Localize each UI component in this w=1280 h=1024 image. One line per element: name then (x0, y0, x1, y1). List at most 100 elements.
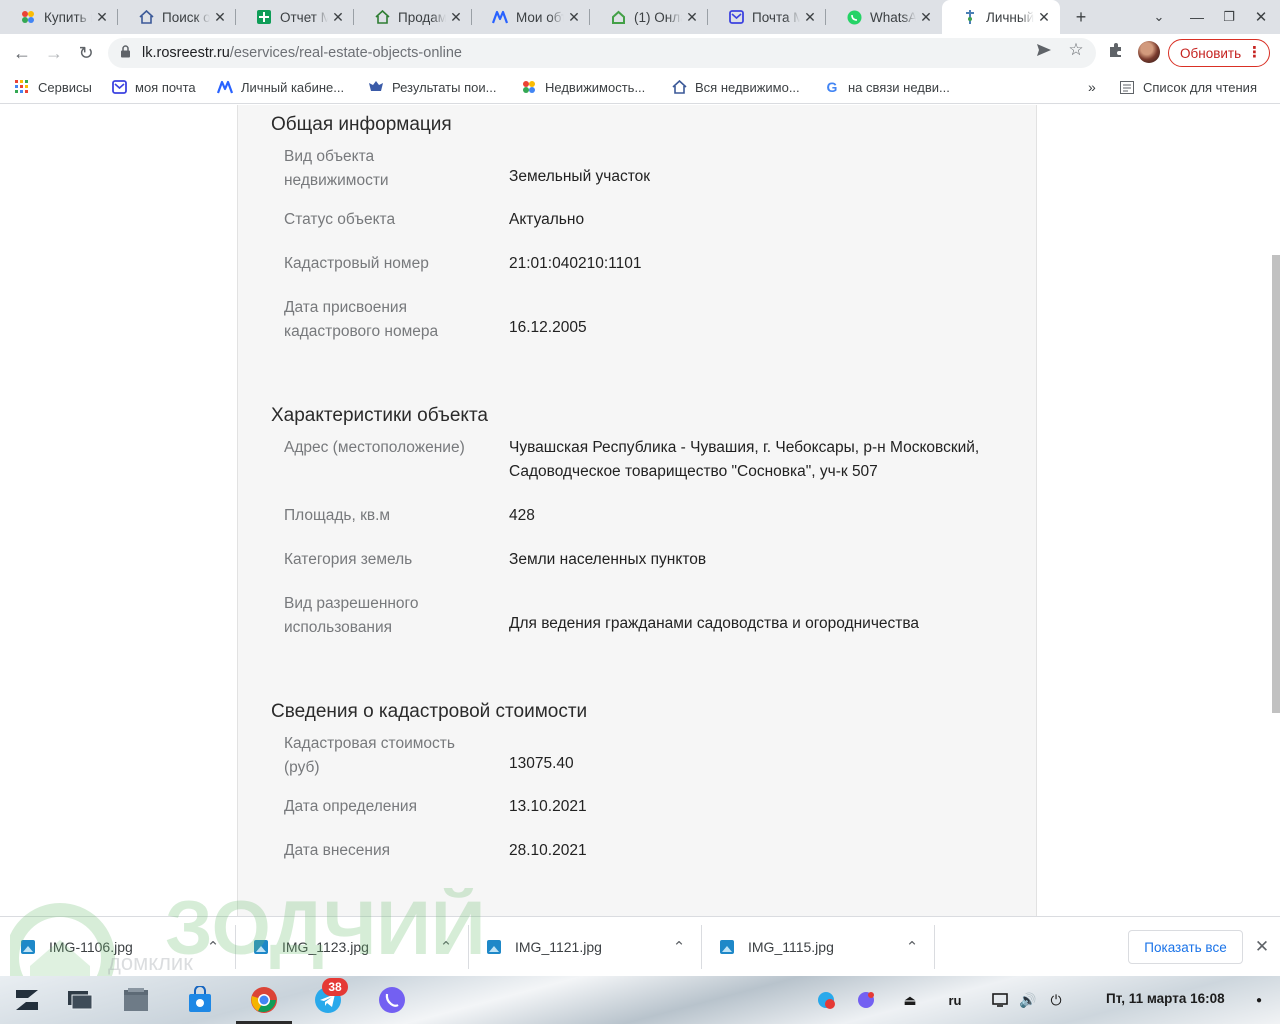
tab-personal-account[interactable]: Личный кабинет ✕ (942, 0, 1060, 34)
house-icon (138, 9, 154, 25)
chevron-up-icon[interactable]: ⌃ (203, 937, 223, 957)
screen-icon[interactable] (989, 990, 1011, 1010)
tab-title: (1) Онлайн (634, 9, 682, 25)
close-icon[interactable]: ✕ (682, 7, 702, 27)
files-folder-icon[interactable] (120, 984, 152, 1016)
close-icon[interactable]: ✕ (564, 7, 584, 27)
send-icon[interactable] (1033, 39, 1055, 61)
download-item[interactable]: IMG_1121.jpg (486, 917, 602, 977)
download-divider (701, 925, 702, 969)
download-filename: IMG_1123.jpg (282, 939, 369, 955)
browser-toolbar: ← → ↻ lk.rosreestr.ru/eservices/real-est… (0, 34, 1280, 72)
tab-search-chevron-icon[interactable]: ⌄ (1147, 5, 1171, 29)
bookmark-real-estate[interactable]: Недвижимость... (521, 79, 645, 95)
close-icon[interactable]: ✕ (92, 7, 112, 27)
bookmark-star-icon[interactable]: ☆ (1065, 39, 1087, 61)
page-viewport: Общая информация Вид объекта недвижимост… (0, 105, 1280, 916)
download-divider (934, 925, 935, 969)
minimize-button[interactable]: — (1185, 5, 1209, 29)
tab-search[interactable]: Поиск объявлений ✕ (118, 0, 236, 34)
window-close-button[interactable]: ✕ (1249, 5, 1273, 29)
download-filename: IMG_1115.jpg (748, 939, 834, 955)
tab-report[interactable]: Отчет М ✕ (236, 0, 354, 34)
volume-icon[interactable]: 🔊 (1017, 990, 1039, 1010)
close-icon[interactable]: ✕ (800, 7, 820, 27)
address-bar[interactable]: lk.rosreestr.ru/eservices/real-estate-ob… (108, 38, 1096, 68)
reading-list-label: Список для чтения (1143, 79, 1257, 95)
section-title-characteristics: Характеристики объекта (271, 405, 488, 426)
tab-title: WhatsApp (870, 9, 916, 25)
bookmark-label: Сервисы (38, 79, 92, 95)
house-icon (374, 9, 390, 25)
close-icon[interactable]: ✕ (328, 7, 348, 27)
update-button[interactable]: Обновить ⋮ (1168, 39, 1270, 67)
close-icon[interactable]: ✕ (916, 7, 936, 27)
back-button[interactable]: ← (8, 39, 36, 67)
tray-telegram-icon[interactable] (815, 990, 837, 1010)
bookmark-services[interactable]: Сервисы (14, 79, 92, 95)
colorful-dots-icon (521, 79, 537, 95)
reload-button[interactable]: ↻ (72, 39, 100, 67)
tab-online[interactable]: (1) Онлайн ✕ (590, 0, 708, 34)
image-file-icon (486, 939, 502, 955)
bookmark-all-real-estate[interactable]: Вся недвижимо... (671, 79, 800, 95)
bookmark-personal-cabinet[interactable]: Личный кабине... (217, 79, 344, 95)
chevron-up-icon[interactable]: ⌃ (436, 937, 456, 957)
extensions-puzzle-icon[interactable] (1105, 39, 1127, 61)
power-icon[interactable]: ⏻ (1045, 990, 1067, 1010)
menu-dots-icon: ⋮ (1247, 44, 1262, 61)
zorin-menu-icon[interactable] (11, 984, 43, 1016)
row-value: Чувашская Республика - Чувашия, г. Чебок… (509, 439, 980, 480)
download-filename: IMG_1121.jpg (515, 939, 602, 955)
row-value: Для ведения гражданами садоводства и ого… (509, 615, 920, 632)
row-value: 13075.40 (509, 755, 574, 772)
tab-strip: Купить квартиру ✕ Поиск объявлений ✕ Отч… (0, 0, 1280, 34)
row-label: Кадастровый номер (284, 255, 429, 272)
chrome-icon[interactable] (248, 984, 280, 1016)
tab-buy-apartment[interactable]: Купить квартиру ✕ (0, 0, 118, 34)
new-tab-button[interactable]: + (1069, 5, 1093, 29)
close-icon[interactable]: ✕ (1252, 937, 1272, 957)
chevron-up-icon[interactable]: ⌃ (902, 937, 922, 957)
close-icon[interactable]: ✕ (1034, 7, 1054, 27)
clock[interactable]: Пт, 11 марта 16:08 (1106, 991, 1225, 1006)
download-item[interactable]: IMG_1123.jpg (253, 917, 369, 977)
tab-sell[interactable]: Продам ✕ (354, 0, 472, 34)
bookmark-in-touch[interactable]: G на связи недви... (824, 79, 950, 95)
bookmarks-overflow-button[interactable]: » (1088, 79, 1096, 95)
viber-icon[interactable] (376, 984, 408, 1016)
forward-button[interactable]: → (40, 39, 68, 67)
show-all-downloads-button[interactable]: Показать все (1128, 930, 1243, 964)
tray-viber-icon[interactable] (855, 990, 877, 1010)
keyboard-layout-indicator[interactable]: ru (944, 990, 966, 1010)
eject-icon[interactable]: ⏏ (899, 990, 921, 1010)
profile-avatar[interactable] (1138, 41, 1160, 63)
download-item[interactable]: IMG_1115.jpg (719, 917, 834, 977)
rosreestr-icon (962, 9, 978, 25)
green-house-icon (610, 9, 626, 25)
download-divider (468, 925, 469, 969)
mail-icon (728, 9, 744, 25)
chevron-up-icon[interactable]: ⌃ (669, 937, 689, 957)
bookmark-search-results[interactable]: Результаты пои... (368, 79, 496, 95)
tab-my-ads[interactable]: Мои объявления ✕ (472, 0, 590, 34)
software-store-icon[interactable] (184, 984, 216, 1016)
bookmark-my-mail[interactable]: моя почта (111, 79, 196, 95)
row-label: Дата внесения (284, 842, 391, 859)
close-icon[interactable]: ✕ (446, 7, 466, 27)
emblem-icon (368, 79, 384, 95)
bookmark-label: моя почта (135, 79, 196, 95)
workspaces-icon[interactable] (64, 984, 96, 1016)
avito-icon (217, 79, 233, 95)
download-item[interactable]: IMG-1106.jpg (20, 917, 133, 977)
restore-button[interactable]: ❐ (1217, 5, 1241, 29)
tab-whatsapp[interactable]: WhatsApp ✕ (826, 0, 942, 34)
row-value: 428 (509, 507, 535, 524)
close-icon[interactable]: ✕ (210, 7, 230, 27)
house-icon (671, 79, 687, 95)
page-scrollbar[interactable] (1272, 255, 1280, 713)
notification-dot-icon[interactable]: ● (1252, 990, 1266, 1010)
reading-list-button[interactable]: Список для чтения (1119, 79, 1257, 95)
row-label: Дата определения (284, 798, 417, 815)
tab-mail[interactable]: Почта Mail.ru ✕ (708, 0, 826, 34)
